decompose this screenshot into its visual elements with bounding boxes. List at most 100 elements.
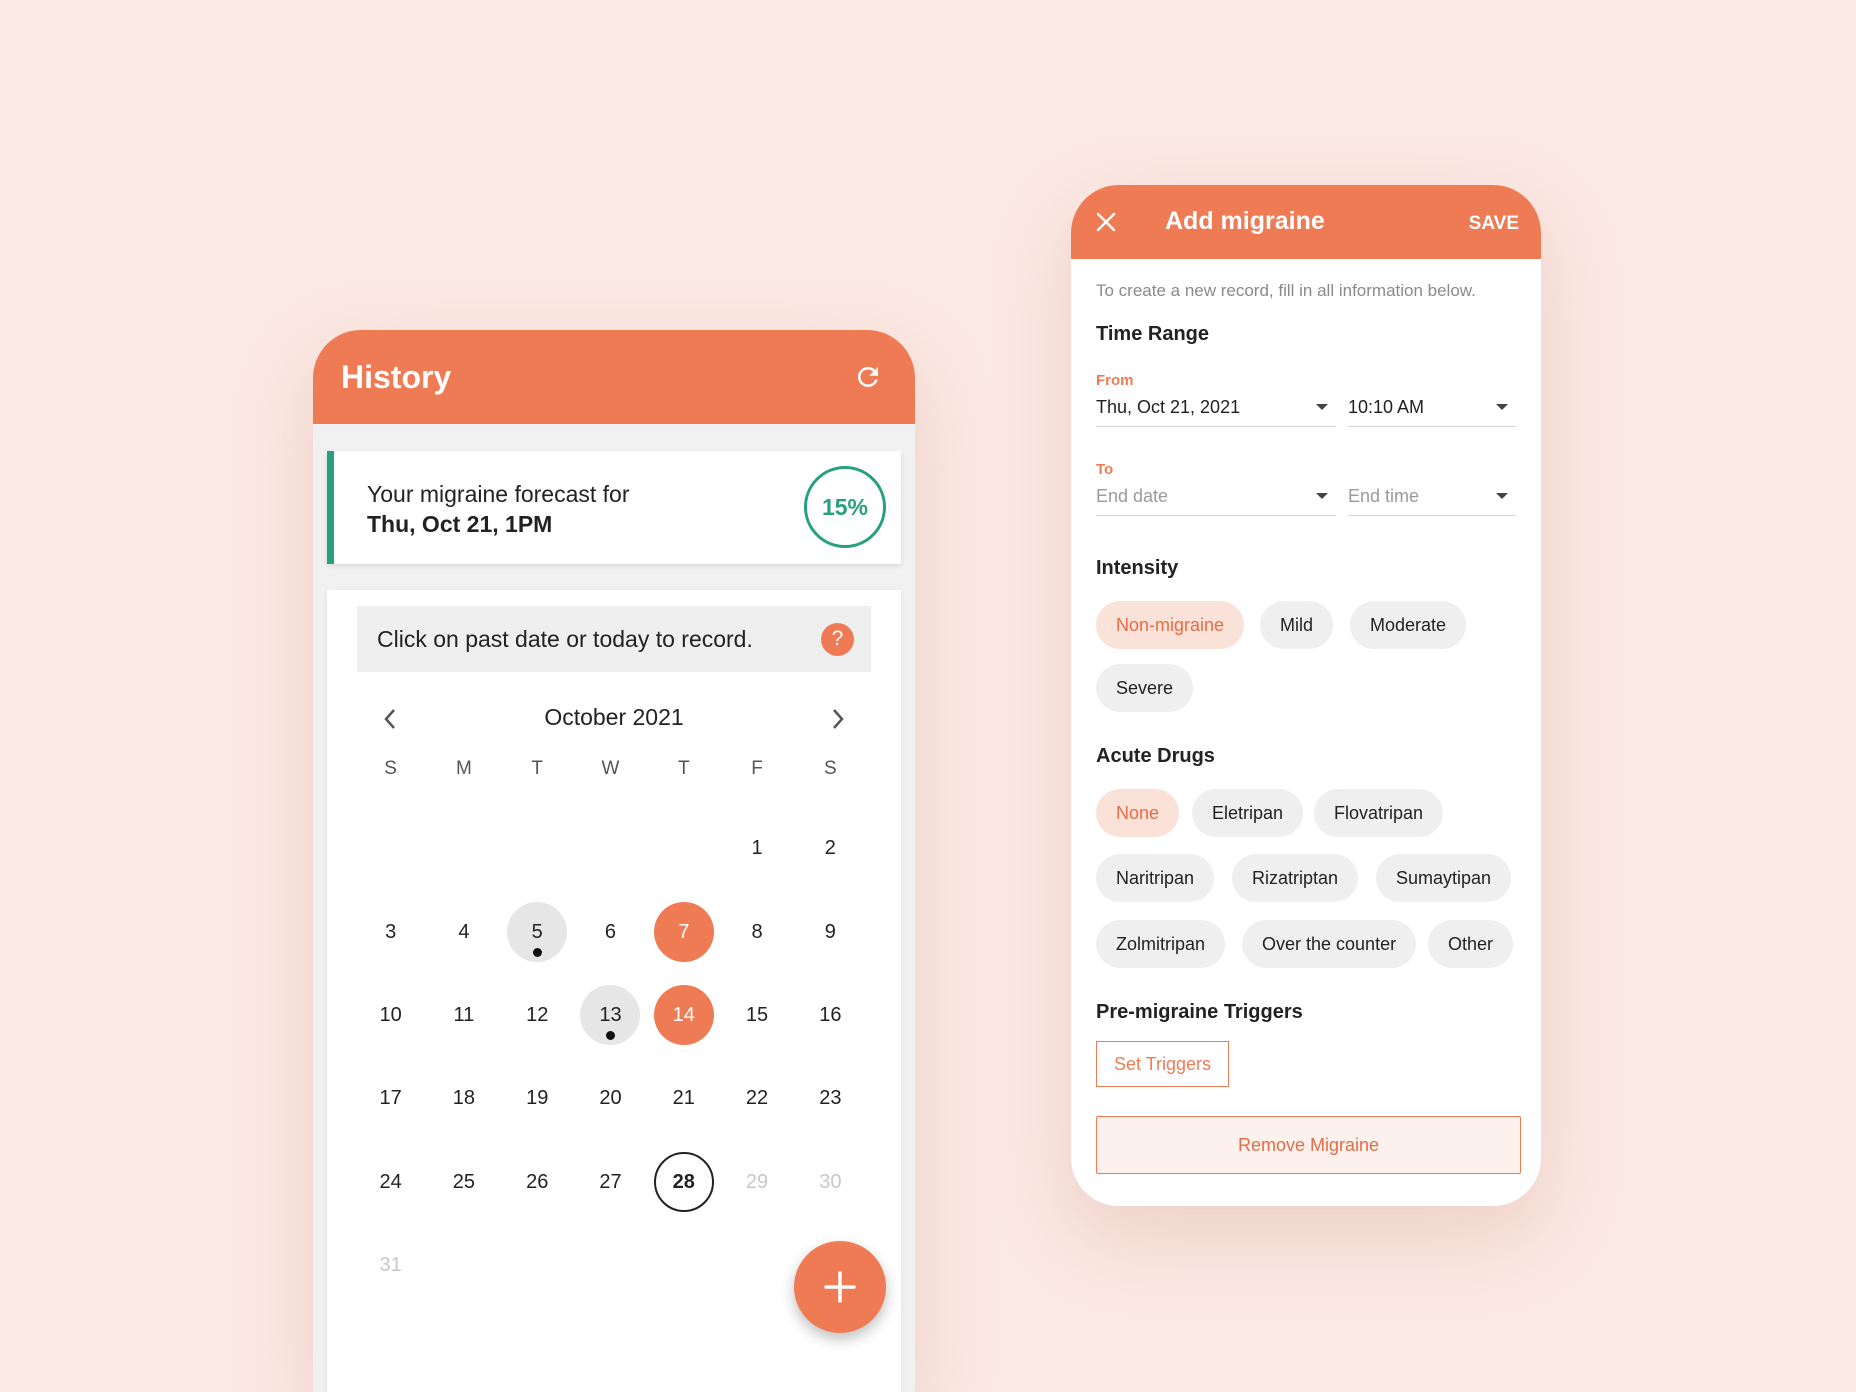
calendar-day-number: 8 <box>751 920 763 943</box>
remove-migraine-button[interactable]: Remove Migraine <box>1096 1116 1521 1174</box>
save-button[interactable]: SAVE <box>1469 213 1519 235</box>
calendar-day-number: 28 <box>672 1170 695 1193</box>
calendar-day[interactable]: 18 <box>434 1069 494 1129</box>
calendar-day[interactable]: 21 <box>654 1069 714 1129</box>
calendar-day-number: 4 <box>458 920 470 943</box>
calendar-cell <box>354 807 427 890</box>
month-navigation: October 2021 <box>327 690 901 750</box>
intensity-chip[interactable]: Moderate <box>1350 601 1467 649</box>
calendar-cell: 25 <box>427 1141 500 1224</box>
calendar-day[interactable]: 17 <box>361 1069 421 1129</box>
end-date-select[interactable]: End date <box>1096 478 1336 516</box>
calendar-day-number: 1 <box>751 837 763 860</box>
calendar-day-number: 2 <box>824 837 836 860</box>
from-label: From <box>1096 372 1134 389</box>
set-triggers-button[interactable]: Set Triggers <box>1096 1041 1229 1087</box>
calendar-week: 12 <box>354 807 867 890</box>
calendar-day-number: 30 <box>819 1170 842 1193</box>
intensity-chip[interactable]: Non-migraine <box>1096 601 1245 649</box>
calendar-day[interactable]: 13 <box>580 985 641 1046</box>
intensity-chip[interactable]: Mild <box>1260 601 1334 649</box>
chevron-right-icon[interactable] <box>823 704 853 734</box>
calendar-cell: 27 <box>574 1141 647 1224</box>
from-date-select[interactable]: Thu, Oct 21, 2021 <box>1096 389 1336 427</box>
calendar-week: 10 11 12 13 14 15 16 <box>354 974 867 1057</box>
drug-chip[interactable]: Zolmitripan <box>1096 920 1226 968</box>
calendar-day: 30 <box>800 1152 860 1212</box>
calendar-day[interactable]: 2 <box>800 819 860 879</box>
calendar-cell: 7 <box>647 890 720 973</box>
calendar-day[interactable]: 3 <box>361 902 421 962</box>
from-time-select[interactable]: 10:10 AM <box>1348 389 1516 427</box>
calendar-day-number: 31 <box>379 1254 402 1277</box>
calendar-day[interactable]: 28 <box>653 1152 714 1213</box>
record-indicator-dot <box>605 1031 615 1041</box>
calendar-grid: 1 2 3 4 5 6 7 8 9 10 11 12 13 14 15 16 17 18 19 20 21 22 23 24 2… <box>354 807 867 1307</box>
calendar-day[interactable]: 23 <box>800 1069 860 1129</box>
calendar-cell: 28 <box>647 1141 720 1224</box>
calendar-day[interactable]: 7 <box>653 902 714 963</box>
drug-chip[interactable]: Other <box>1428 920 1514 968</box>
calendar-day[interactable]: 20 <box>580 1069 640 1129</box>
calendar-day[interactable]: 14 <box>653 985 714 1046</box>
calendar-cell: 3 <box>354 890 427 973</box>
calendar-cell <box>720 1224 793 1307</box>
calendar-cell: 4 <box>427 890 500 973</box>
forecast-label: Your migraine forecast for <box>367 481 630 507</box>
calendar-day-number: 21 <box>672 1087 695 1110</box>
hint-text: Click on past date or today to record. <box>377 625 753 652</box>
weekday-label: F <box>751 758 763 779</box>
calendar-day[interactable]: 6 <box>580 902 640 962</box>
calendar-day-number: 18 <box>452 1087 476 1110</box>
calendar-day[interactable]: 25 <box>434 1152 494 1212</box>
calendar-day-number: 10 <box>379 1003 402 1026</box>
calendar-day[interactable]: 26 <box>507 1152 567 1212</box>
calendar-day[interactable]: 16 <box>800 985 860 1045</box>
calendar-cell: 22 <box>720 1057 793 1140</box>
weekday-header: SMTWTFS <box>354 758 867 788</box>
drug-chip[interactable]: Over the counter <box>1242 920 1417 968</box>
calendar-day[interactable]: 9 <box>800 902 860 962</box>
end-time-select[interactable]: End time <box>1348 478 1516 516</box>
drug-chip[interactable]: Eletripan <box>1192 789 1304 837</box>
calendar-day[interactable]: 10 <box>361 985 421 1045</box>
calendar-day[interactable]: 11 <box>434 985 494 1045</box>
add-record-button[interactable] <box>794 1241 886 1333</box>
add-migraine-app-bar: Add migraine SAVE <box>1071 185 1541 259</box>
close-icon[interactable] <box>1095 211 1119 235</box>
calendar-day[interactable]: 1 <box>727 819 787 879</box>
calendar-day[interactable]: 24 <box>361 1152 421 1212</box>
triggers-title: Pre-migraine Triggers <box>1096 1001 1303 1023</box>
calendar-cell: 18 <box>427 1057 500 1140</box>
drug-chip[interactable]: Sumaytipan <box>1376 854 1512 902</box>
forecast-card[interactable]: Your migraine forecast for Thu, Oct 21, … <box>327 451 901 564</box>
history-app-bar: History <box>313 330 915 424</box>
help-icon[interactable]: ? <box>821 622 854 656</box>
calendar-day[interactable]: 19 <box>507 1069 567 1129</box>
calendar-day[interactable]: 5 <box>507 902 568 963</box>
calendar-day[interactable]: 22 <box>727 1069 787 1129</box>
calendar-cell <box>574 1224 647 1307</box>
calendar-day[interactable]: 8 <box>727 902 787 962</box>
drug-chip[interactable]: Naritripan <box>1096 854 1215 902</box>
drug-chip[interactable]: Rizatriptan <box>1232 854 1359 902</box>
calendar-day-number: 26 <box>526 1170 549 1193</box>
calendar-day-number: 20 <box>599 1087 622 1110</box>
calendar-cell: 6 <box>574 890 647 973</box>
calendar-day[interactable]: 4 <box>434 902 494 962</box>
acute-drugs-title: Acute Drugs <box>1096 745 1215 767</box>
calendar-cell: 19 <box>501 1057 574 1140</box>
calendar-day[interactable]: 15 <box>727 985 787 1045</box>
calendar-cell: 15 <box>720 974 793 1057</box>
intensity-chip[interactable]: Severe <box>1096 664 1194 712</box>
calendar-day-number: 22 <box>745 1087 769 1110</box>
drug-chip[interactable]: Flovatripan <box>1314 789 1444 837</box>
calendar-day[interactable]: 27 <box>580 1152 640 1212</box>
calendar-day-number: 7 <box>678 920 690 943</box>
drug-chip[interactable]: None <box>1096 789 1180 837</box>
calendar-cell: 10 <box>354 974 427 1057</box>
calendar-day-number: 27 <box>599 1170 622 1193</box>
forecast-percent-badge: 15% <box>804 466 886 548</box>
refresh-icon[interactable] <box>851 360 885 394</box>
calendar-day[interactable]: 12 <box>507 985 567 1045</box>
